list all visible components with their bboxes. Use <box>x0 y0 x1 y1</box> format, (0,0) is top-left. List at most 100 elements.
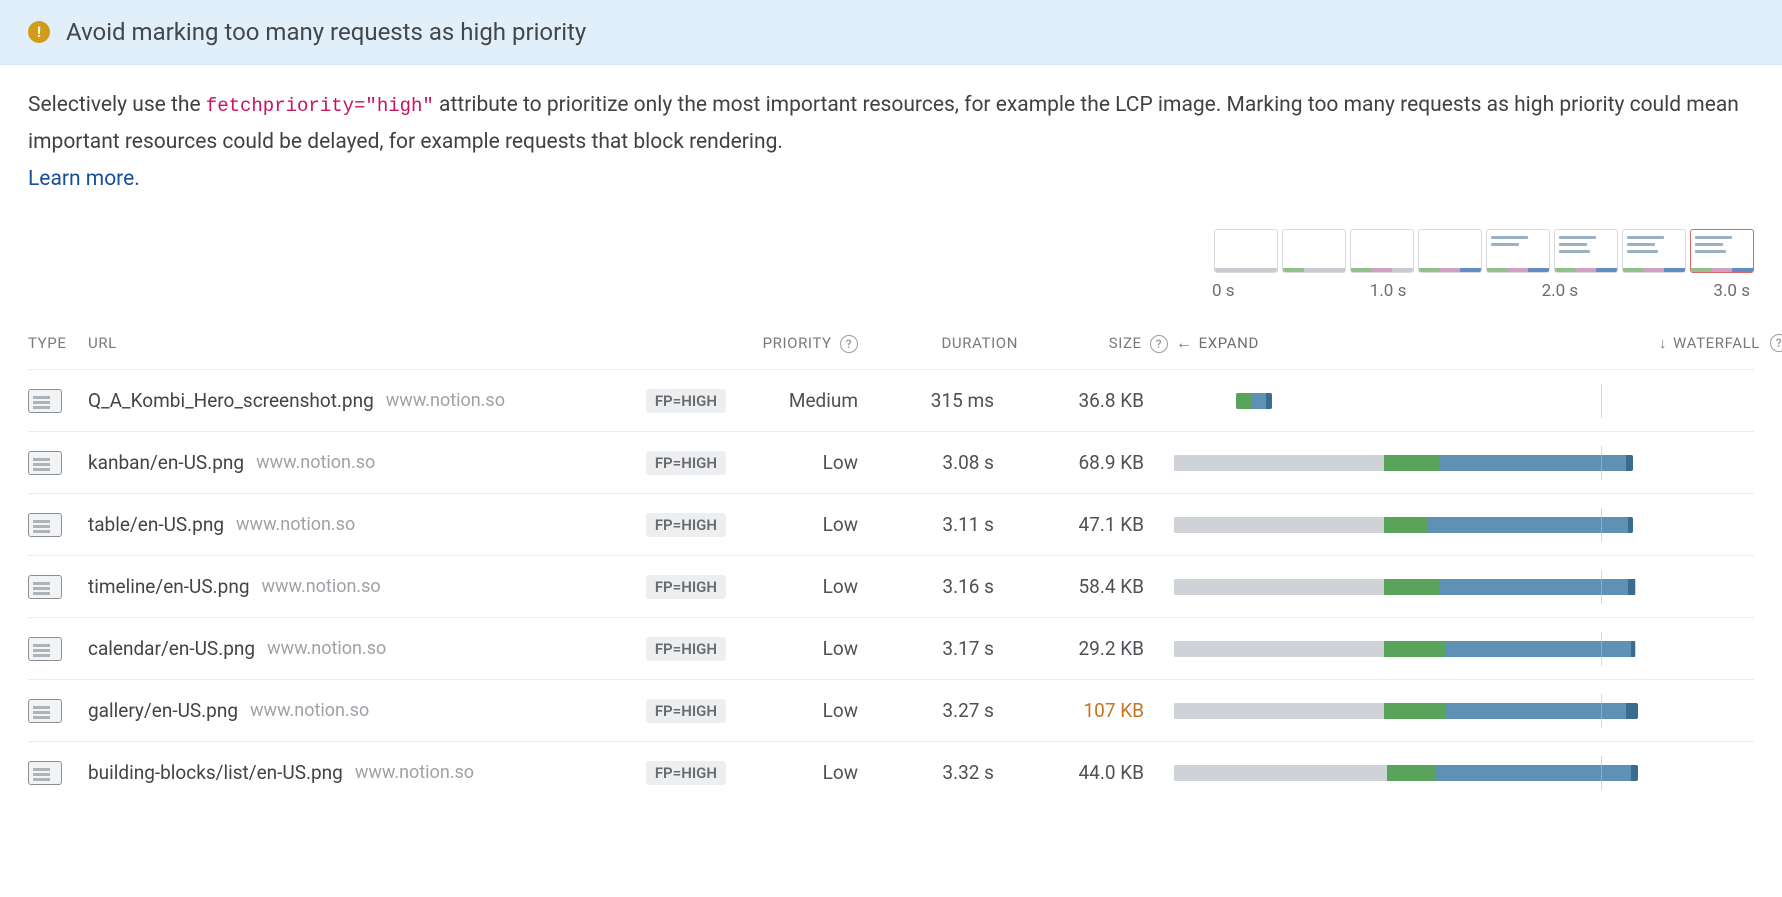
waterfall-bar <box>1168 514 1782 536</box>
table-row[interactable]: calendar/en-US.png www.notion.so FP=HIGH Lo… <box>28 617 1754 679</box>
request-path: building-blocks/list/en-US.png <box>88 761 343 784</box>
fetchpriority-badge: FP=HIGH <box>646 513 726 537</box>
request-host: www.notion.so <box>250 700 369 721</box>
filmstrip-thumb[interactable] <box>1554 229 1618 273</box>
size-value: 36.8 KB <box>1018 389 1168 412</box>
waterfall-bar <box>1168 762 1782 784</box>
priority-value: Medium <box>778 389 858 412</box>
request-host: www.notion.so <box>261 576 380 597</box>
priority-value: Low <box>778 761 858 784</box>
audit-description: Selectively use the fetchpriority="high"… <box>0 65 1782 205</box>
size-value: 47.1 KB <box>1018 513 1168 536</box>
waterfall-bar <box>1168 452 1782 474</box>
timeline-tick: 0 s <box>1212 281 1235 301</box>
size-value: 29.2 KB <box>1018 637 1168 660</box>
timeline-area: 0 s 1.0 s 2.0 s 3.0 s <box>0 229 1782 301</box>
fetchpriority-badge: FP=HIGH <box>646 389 726 413</box>
filmstrip-thumb[interactable] <box>1282 229 1346 273</box>
image-type-icon <box>28 761 62 785</box>
priority-value: Low <box>778 699 858 722</box>
help-icon[interactable]: ? <box>1150 335 1168 353</box>
duration-value: 3.11 s <box>858 513 1018 536</box>
th-url[interactable]: URL <box>88 334 668 352</box>
help-icon[interactable]: ? <box>840 335 858 353</box>
fetchpriority-badge: FP=HIGH <box>646 699 726 723</box>
request-host: www.notion.so <box>236 514 355 535</box>
timeline-scale: 0 s 1.0 s 2.0 s 3.0 s <box>28 281 1754 301</box>
duration-value: 3.27 s <box>858 699 1018 722</box>
filmstrip-thumb-selected[interactable] <box>1690 229 1754 273</box>
table-row[interactable]: kanban/en-US.png www.notion.so FP=HIGH Low3… <box>28 431 1754 493</box>
request-path: gallery/en-US.png <box>88 699 238 722</box>
th-priority[interactable]: PRIORITY ? <box>668 334 858 353</box>
table-row[interactable]: Q_A_Kombi_Hero_screenshot.png www.notion.… <box>28 369 1754 431</box>
filmstrip-thumb[interactable] <box>1350 229 1414 273</box>
request-host: www.notion.so <box>256 452 375 473</box>
image-type-icon <box>28 575 62 599</box>
image-type-icon <box>28 451 62 475</box>
timeline-tick: 1.0 s <box>1370 281 1407 301</box>
size-value: 58.4 KB <box>1018 575 1168 598</box>
audit-banner: ! Avoid marking too many requests as hig… <box>0 0 1782 65</box>
th-type[interactable]: TYPE <box>28 334 88 352</box>
image-type-icon <box>28 389 62 413</box>
timeline-tick: 2.0 s <box>1542 281 1579 301</box>
waterfall-bar <box>1168 576 1782 598</box>
waterfall-bar <box>1168 700 1782 722</box>
size-value: 68.9 KB <box>1018 451 1168 474</box>
warning-icon: ! <box>28 21 50 43</box>
waterfall-bar <box>1168 638 1782 660</box>
filmstrip-thumb[interactable] <box>1622 229 1686 273</box>
th-waterfall-label: WATERFALL <box>1673 334 1760 352</box>
table-row[interactable]: table/en-US.pngwww.notion.soFP=HIGHLow3.… <box>28 493 1754 555</box>
th-waterfall: ← EXPAND <box>1168 333 1318 353</box>
request-host: www.notion.so <box>267 638 386 659</box>
arrow-left-icon: ← <box>1176 333 1193 353</box>
expand-button[interactable]: ← EXPAND <box>1176 333 1259 353</box>
duration-value: 3.32 s <box>858 761 1018 784</box>
filmstrip <box>1214 229 1754 273</box>
size-value: 44.0 KB <box>1018 761 1168 784</box>
help-icon[interactable]: ? <box>1770 334 1782 352</box>
code-snippet: fetchpriority="high" <box>206 95 434 117</box>
request-host: www.notion.so <box>386 390 505 411</box>
table-header-row: TYPE URL PRIORITY ? DURATION SIZE ? ← EX… <box>28 323 1754 369</box>
table-row[interactable]: gallery/en-US.png www.notion.so FP=HIGH Low… <box>28 679 1754 741</box>
filmstrip-thumb[interactable] <box>1486 229 1550 273</box>
th-duration[interactable]: DURATION <box>858 334 1018 352</box>
audit-title: Avoid marking too many requests as high … <box>66 18 586 46</box>
duration-value: 3.08 s <box>858 451 1018 474</box>
filmstrip-thumb[interactable] <box>1214 229 1278 273</box>
table-row[interactable]: building-blocks/list/en-US.png www.notion… <box>28 741 1754 803</box>
image-type-icon <box>28 637 62 661</box>
fetchpriority-badge: FP=HIGH <box>646 451 726 475</box>
sort-desc-icon: ↓ <box>1659 334 1667 352</box>
priority-value: Low <box>778 451 858 474</box>
request-path: calendar/en-US.png <box>88 637 255 660</box>
priority-value: Low <box>778 637 858 660</box>
duration-value: 3.16 s <box>858 575 1018 598</box>
fetchpriority-badge: FP=HIGH <box>646 575 726 599</box>
request-path: Q_A_Kombi_Hero_screenshot.png <box>88 389 374 412</box>
size-value: 107 KB <box>1018 699 1168 722</box>
duration-value: 3.17 s <box>858 637 1018 660</box>
image-type-icon <box>28 513 62 537</box>
waterfall-bar <box>1168 390 1782 412</box>
requests-table: TYPE URL PRIORITY ? DURATION SIZE ? ← EX… <box>0 323 1782 803</box>
request-host: www.notion.so <box>355 762 474 783</box>
fetchpriority-badge: FP=HIGH <box>646 761 726 785</box>
request-path: kanban/en-US.png <box>88 451 244 474</box>
fetchpriority-badge: FP=HIGH <box>646 637 726 661</box>
th-size[interactable]: SIZE ? <box>1018 334 1168 353</box>
table-row[interactable]: timeline/en-US.png www.notion.so FP=HIGH Lo… <box>28 555 1754 617</box>
learn-more-link[interactable]: Learn more. <box>28 161 140 198</box>
duration-value: 315 ms <box>858 389 1018 412</box>
th-priority-label: PRIORITY <box>763 334 832 352</box>
priority-value: Low <box>778 513 858 536</box>
th-waterfall-col[interactable]: ↓ WATERFALL ? <box>1318 334 1782 352</box>
request-path: timeline/en-US.png <box>88 575 249 598</box>
image-type-icon <box>28 699 62 723</box>
filmstrip-thumb[interactable] <box>1418 229 1482 273</box>
timeline-tick: 3.0 s <box>1713 281 1750 301</box>
priority-value: Low <box>778 575 858 598</box>
